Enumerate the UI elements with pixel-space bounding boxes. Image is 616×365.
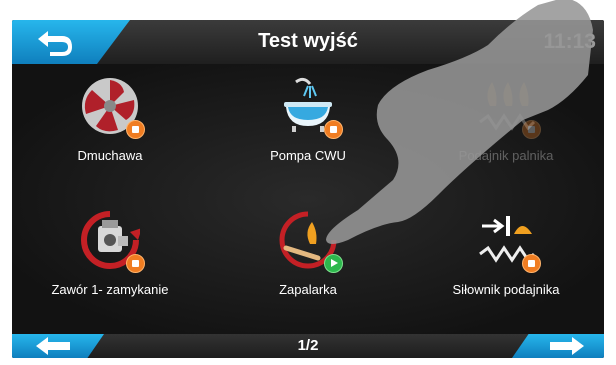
tile-podajnik-palnika[interactable]: Podajnik palnika (408, 70, 604, 190)
arrow-right-icon (550, 337, 584, 355)
status-play-icon (324, 254, 343, 273)
tile-label: Pompa CWU (270, 148, 346, 163)
tile-zapalarka[interactable]: Zapalarka (210, 204, 406, 324)
screen: Test wyjść 11:13 Dmuchawa Pompa CWU Poda… (12, 20, 604, 358)
bottom-bar: 1/2 (12, 334, 604, 358)
tile-label: Zapalarka (279, 282, 337, 297)
page-indicator: 1/2 (297, 337, 319, 354)
status-stop-icon (522, 120, 541, 139)
tile-label: Dmuchawa (77, 148, 143, 163)
tile-silownik-podajnika[interactable]: Siłownik podajnika (408, 204, 604, 324)
status-stop-icon (324, 120, 343, 139)
clock: 11:13 (543, 30, 596, 53)
status-stop-icon (126, 254, 145, 273)
tile-label: Podajnik palnika (458, 148, 554, 163)
tile-label: Zawór 1- zamykanie (51, 282, 169, 297)
tile-zawor-1[interactable]: Zawór 1- zamykanie (12, 204, 208, 324)
status-stop-icon (126, 120, 145, 139)
top-bar: Test wyjść 11:13 (12, 20, 604, 64)
tile-pompa-cwu[interactable]: Pompa CWU (210, 70, 406, 190)
tile-label: Siłownik podajnika (452, 282, 560, 297)
output-grid: Dmuchawa Pompa CWU Podajnik palnika Zawó… (12, 64, 604, 334)
status-stop-icon (522, 254, 541, 273)
tile-dmuchawa[interactable]: Dmuchawa (12, 70, 208, 190)
page-title: Test wyjść (258, 30, 358, 52)
